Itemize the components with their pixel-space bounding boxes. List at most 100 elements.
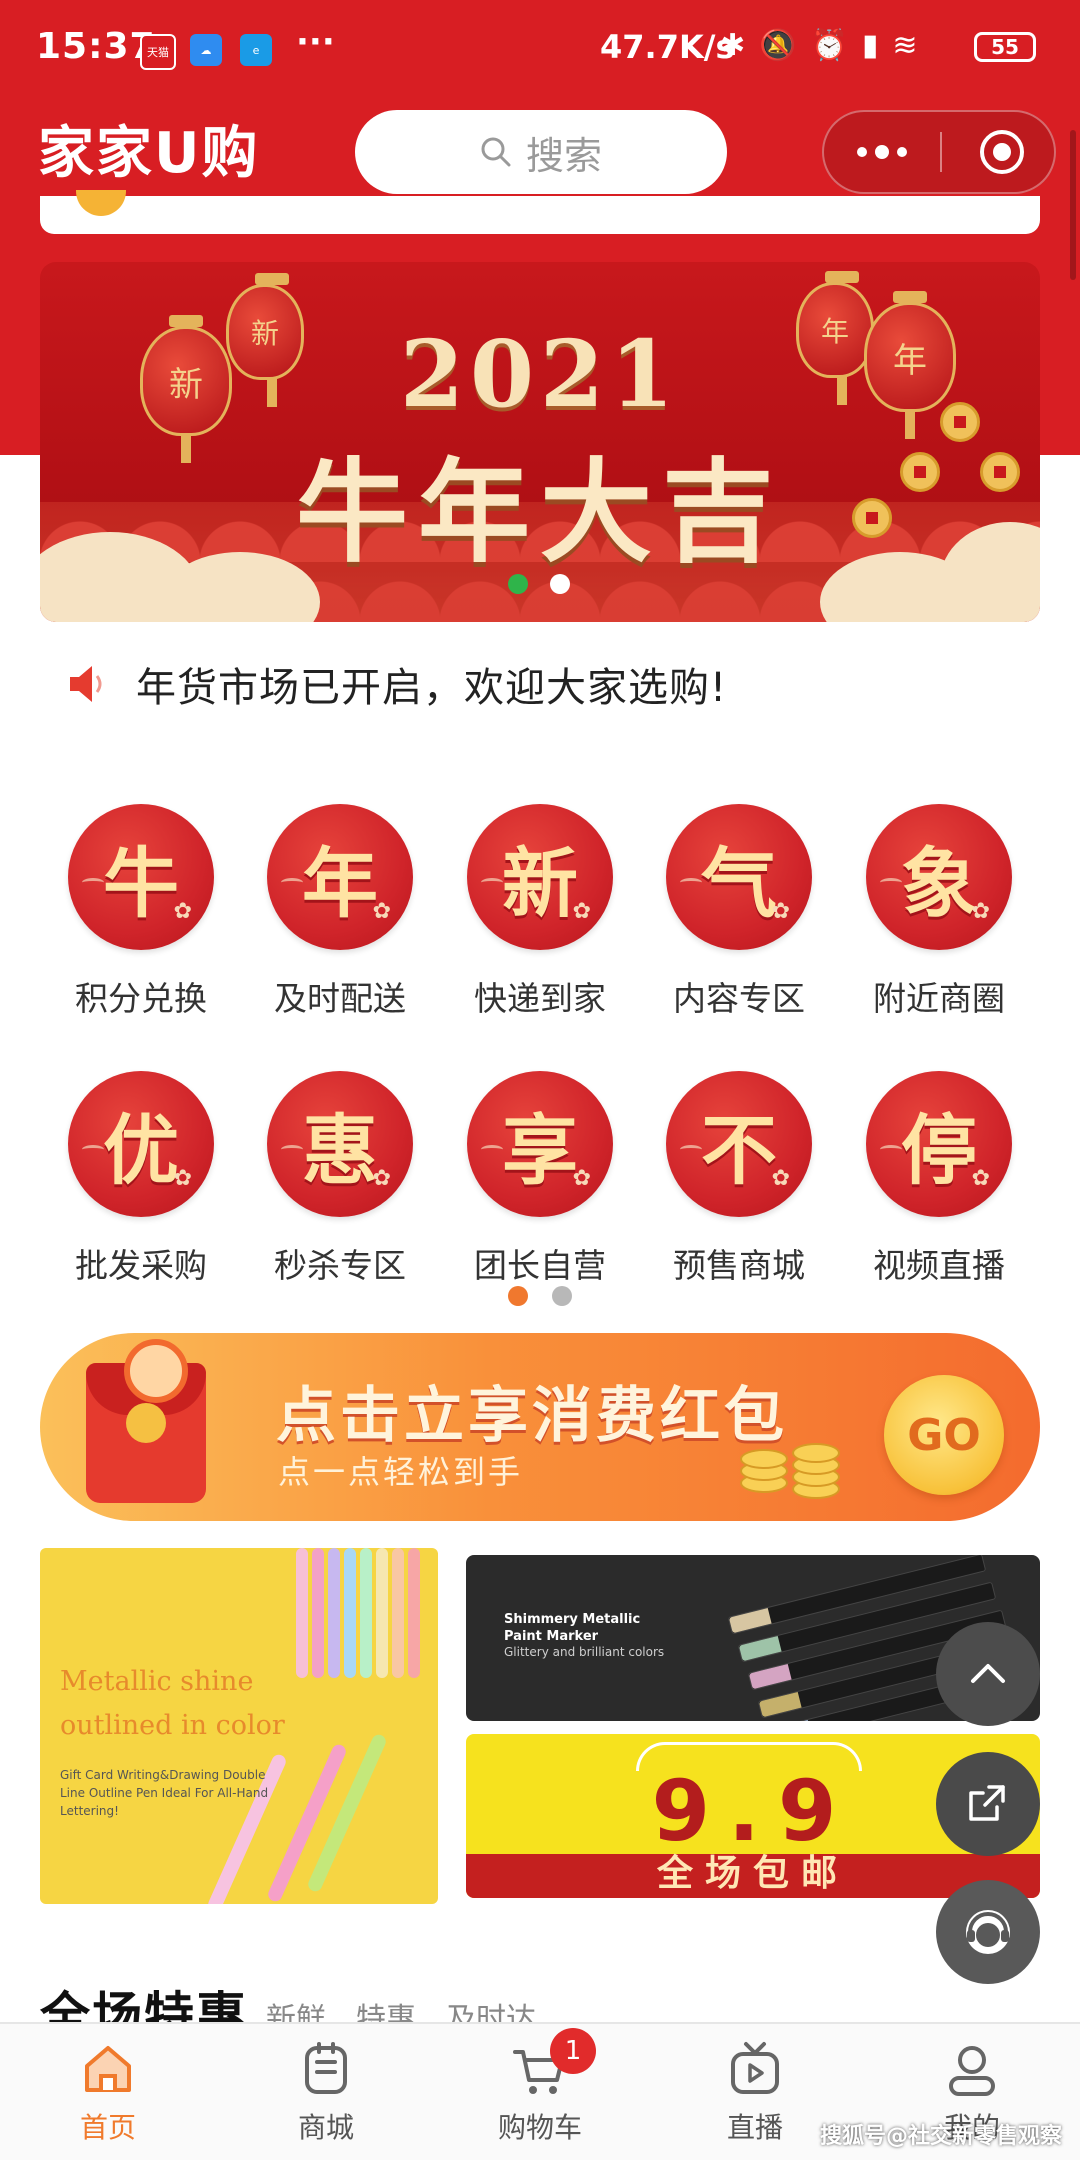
grid-label: 批发采购 bbox=[75, 1246, 207, 1285]
chevron-up-icon bbox=[971, 1664, 1005, 1683]
tile-marker-description: Glittery and brilliant colors bbox=[504, 1645, 665, 1659]
flower-icon: ✿ bbox=[372, 1166, 391, 1191]
banner-dot[interactable] bbox=[550, 574, 570, 594]
grid-item-leader-self-run[interactable]: 享 ✿ 团长自营 bbox=[450, 1071, 630, 1285]
search-placeholder: 搜索 bbox=[525, 133, 602, 178]
grid-icon: 年 ✿ bbox=[267, 804, 413, 950]
tab-label: 商城 bbox=[297, 2111, 354, 2144]
grid-icon: 不 ✿ bbox=[666, 1071, 812, 1217]
grid-icon: 新 ✿ bbox=[467, 804, 613, 950]
red-packet-subtitle: 点一点轻松到手 bbox=[278, 1453, 524, 1491]
home-icon bbox=[85, 2046, 131, 2092]
grid-item-express-home[interactable]: 新 ✿ 快递到家 bbox=[450, 804, 630, 1018]
network-speed: 47.7K/s bbox=[600, 28, 735, 66]
header-card-badge bbox=[76, 190, 126, 216]
customer-service-button[interactable] bbox=[936, 1880, 1040, 1984]
grid-pagination bbox=[508, 1286, 572, 1306]
store-icon bbox=[305, 2042, 347, 2094]
speaker-icon bbox=[70, 666, 102, 702]
pen-image bbox=[328, 1548, 340, 1678]
banner-slogan: 牛年大吉 bbox=[296, 447, 784, 578]
grid-item-content-zone[interactable]: 气 ✿ 内容专区 bbox=[649, 804, 829, 1018]
share-button[interactable] bbox=[936, 1752, 1040, 1856]
flower-icon: ✿ bbox=[572, 1166, 591, 1191]
grid-page-dot[interactable] bbox=[552, 1286, 572, 1306]
flower-icon: ✿ bbox=[372, 899, 391, 924]
flower-icon: ✿ bbox=[173, 1166, 192, 1191]
red-packet-title: 点击立享消费红包 bbox=[276, 1381, 788, 1451]
grid-icon: 象 ✿ bbox=[866, 804, 1012, 950]
more-menu-button[interactable] bbox=[824, 112, 940, 192]
sale-text: 全场包邮 bbox=[656, 1853, 849, 1894]
grid-item-flash-sale[interactable]: 惠 ✿ 秒杀专区 bbox=[250, 1071, 430, 1285]
red-packet-banner[interactable]: 点击立享消费红包 点一点轻松到手 GO bbox=[40, 1333, 1040, 1521]
mute-icon: 🔕 bbox=[759, 28, 797, 63]
grid-icon: 牛 ✿ bbox=[68, 804, 214, 950]
grid-label: 团长自营 bbox=[474, 1246, 606, 1285]
grid-item-video-live[interactable]: 停 ✿ 视频直播 bbox=[849, 1071, 1029, 1285]
grid-icon: 停 ✿ bbox=[866, 1071, 1012, 1217]
wifi-icon: ≋ bbox=[892, 28, 918, 63]
tab-live[interactable]: 直播 bbox=[675, 2038, 835, 2146]
go-button[interactable]: GO bbox=[884, 1375, 1004, 1495]
signal-icon: ▮ bbox=[861, 28, 879, 63]
grid-item-presale-mall[interactable]: 不 ✿ 预售商城 bbox=[649, 1071, 829, 1285]
scrollbar[interactable] bbox=[1070, 130, 1076, 280]
tile-marker-title: Shimmery Metallic Paint Marker bbox=[504, 1611, 640, 1645]
grid-label: 预售商城 bbox=[673, 1246, 805, 1285]
close-miniprogram-button[interactable] bbox=[980, 130, 1024, 174]
grid-icon: 惠 ✿ bbox=[267, 1071, 413, 1217]
tab-cart[interactable]: 1 购物车 bbox=[460, 2028, 620, 2146]
grid-icon: 享 ✿ bbox=[467, 1071, 613, 1217]
grid-label: 视频直播 bbox=[873, 1246, 1005, 1285]
flower-icon: ✿ bbox=[971, 1166, 990, 1191]
flower-icon: ✿ bbox=[771, 899, 790, 924]
pen-image bbox=[376, 1548, 388, 1678]
grid-label: 秒杀专区 bbox=[274, 1246, 406, 1285]
pen-image bbox=[344, 1548, 356, 1678]
flower-icon: ✿ bbox=[771, 1166, 790, 1191]
status-icons: ✱ 🔕 ⏰ ▮ ≋ bbox=[720, 28, 918, 63]
tmall-notification-icon: 天猫 bbox=[140, 34, 176, 70]
coin-stack-icon bbox=[740, 1423, 870, 1503]
grid-icon-char: 享 bbox=[502, 1106, 578, 1195]
back-to-top-button[interactable] bbox=[936, 1622, 1040, 1726]
banner-dot-active[interactable] bbox=[508, 574, 528, 594]
grid-item-points-exchange[interactable]: 牛 ✿ 积分兑换 bbox=[51, 804, 231, 1018]
ele-notification-icon: e bbox=[240, 34, 272, 66]
grid-label: 及时配送 bbox=[274, 979, 406, 1018]
miniprogram-capsule bbox=[822, 110, 1056, 194]
search-input[interactable]: 搜索 bbox=[355, 110, 727, 194]
tab-label: 购物车 bbox=[497, 2111, 582, 2144]
banner-pagination bbox=[508, 574, 570, 594]
cloud-notification-icon: ☁ bbox=[190, 34, 222, 66]
headset-icon bbox=[966, 1910, 1010, 1954]
grid-page-dot-active[interactable] bbox=[508, 1286, 528, 1306]
product-tile-outline-pens[interactable]: Metallic shine outlined in color Gift Ca… bbox=[40, 1548, 438, 1904]
announcement-text: 年货市场已开启，欢迎大家选购! bbox=[136, 665, 728, 711]
grid-icon-char: 象 bbox=[901, 839, 977, 928]
pen-image bbox=[408, 1548, 420, 1678]
grid-item-nearby-shops[interactable]: 象 ✿ 附近商圈 bbox=[849, 804, 1029, 1018]
grid-icon-char: 停 bbox=[901, 1106, 977, 1195]
grid-item-wholesale[interactable]: 优 ✿ 批发采购 bbox=[51, 1071, 231, 1285]
more-notifications-icon: ··· bbox=[296, 22, 335, 62]
share-icon bbox=[969, 1785, 1005, 1821]
pen-image bbox=[296, 1548, 308, 1678]
tab-label: 首页 bbox=[79, 2111, 136, 2144]
grid-icon-char: 惠 bbox=[302, 1106, 378, 1195]
search-icon bbox=[481, 137, 511, 167]
tile-pens-title-line: Metallic shine bbox=[60, 1666, 254, 1697]
grid-item-timely-delivery[interactable]: 年 ✿ 及时配送 bbox=[250, 804, 430, 1018]
alarm-icon: ⏰ bbox=[810, 28, 848, 63]
tab-home[interactable]: 首页 bbox=[28, 2038, 188, 2146]
tab-store[interactable]: 商城 bbox=[246, 2038, 406, 2146]
grid-icon: 优 ✿ bbox=[68, 1071, 214, 1217]
envelope-seal bbox=[126, 1403, 166, 1443]
tile-pens-title: Metallic shine outlined in color bbox=[60, 1660, 285, 1748]
tile-pens-title-line: outlined in color bbox=[60, 1710, 285, 1741]
announcement-bar[interactable]: 年货市场已开启，欢迎大家选购! bbox=[66, 655, 727, 713]
live-icon bbox=[731, 2042, 779, 2094]
tab-label: 直播 bbox=[726, 2111, 783, 2144]
promo-banner[interactable]: 新 新 年 年 2021 牛年大吉 bbox=[40, 262, 1040, 622]
